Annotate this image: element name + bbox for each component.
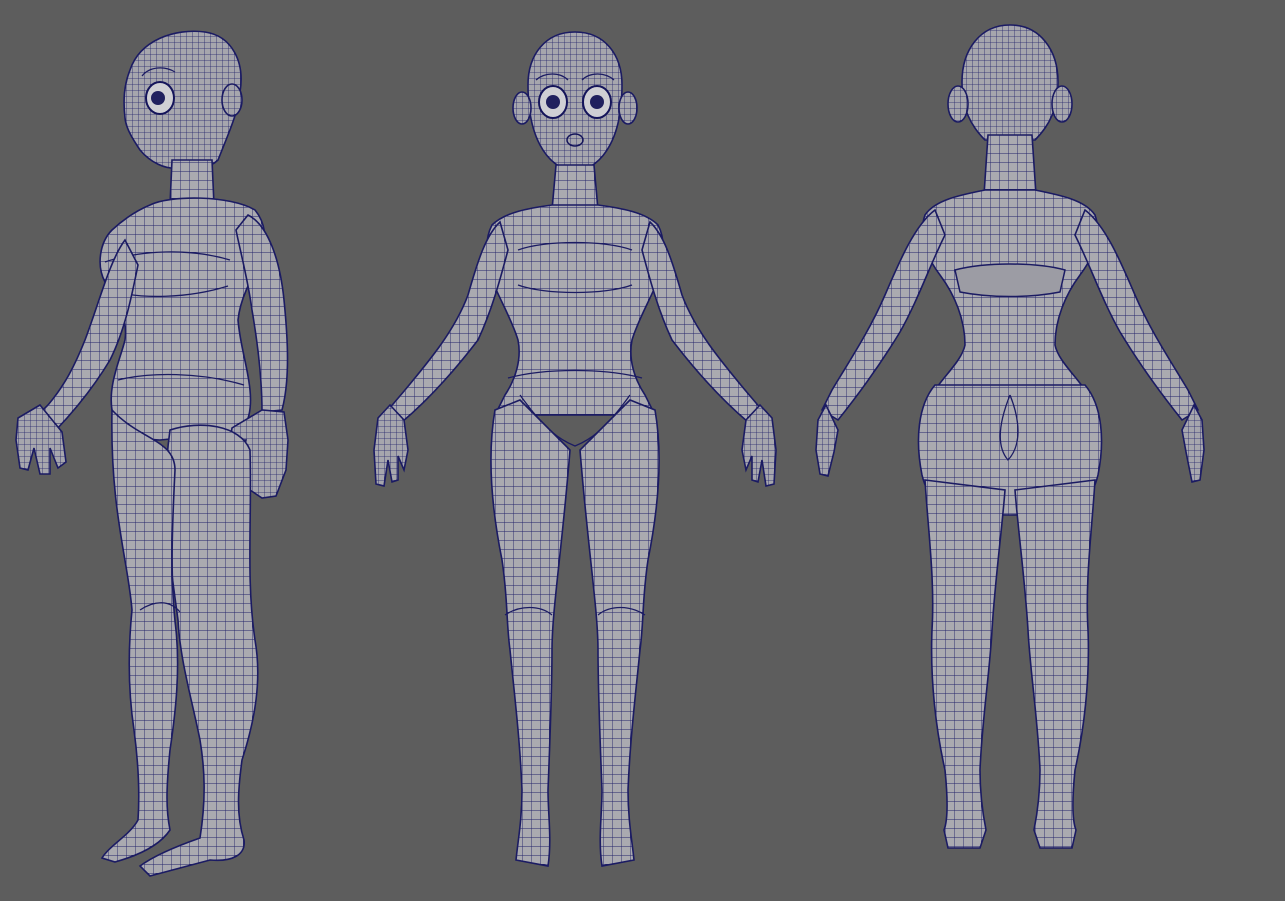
back-strap: [954, 263, 1066, 298]
pupil-right: [590, 95, 604, 109]
leg-left-mesh: [924, 479, 1006, 849]
head-mesh: [961, 24, 1059, 141]
neck-mesh: [983, 134, 1037, 196]
pupil-left: [546, 95, 560, 109]
leg-left-mesh: [490, 399, 571, 867]
arm-left-mesh: [820, 208, 946, 422]
leg-front-mesh: [100, 408, 179, 863]
arm-right-mesh: [641, 220, 764, 424]
viewport-3d[interactable]: [0, 0, 1285, 901]
leg-right-mesh: [1014, 479, 1096, 849]
leg-right-mesh: [579, 399, 660, 867]
torso-mesh: [485, 204, 665, 416]
arm-left-mesh: [386, 220, 509, 424]
model-view-front[interactable]: [373, 31, 777, 867]
ear-right: [1051, 85, 1073, 123]
scene-svg: [15, 24, 1205, 877]
model-view-back[interactable]: [815, 24, 1205, 849]
ear-mesh: [221, 83, 243, 117]
ear-right: [618, 91, 638, 125]
ear-left: [512, 91, 532, 125]
ear-left: [947, 85, 969, 123]
model-view-three-quarter[interactable]: [15, 30, 289, 877]
neck-mesh: [551, 164, 599, 211]
arm-right-mesh: [1074, 208, 1200, 422]
pupil-left: [151, 91, 165, 105]
